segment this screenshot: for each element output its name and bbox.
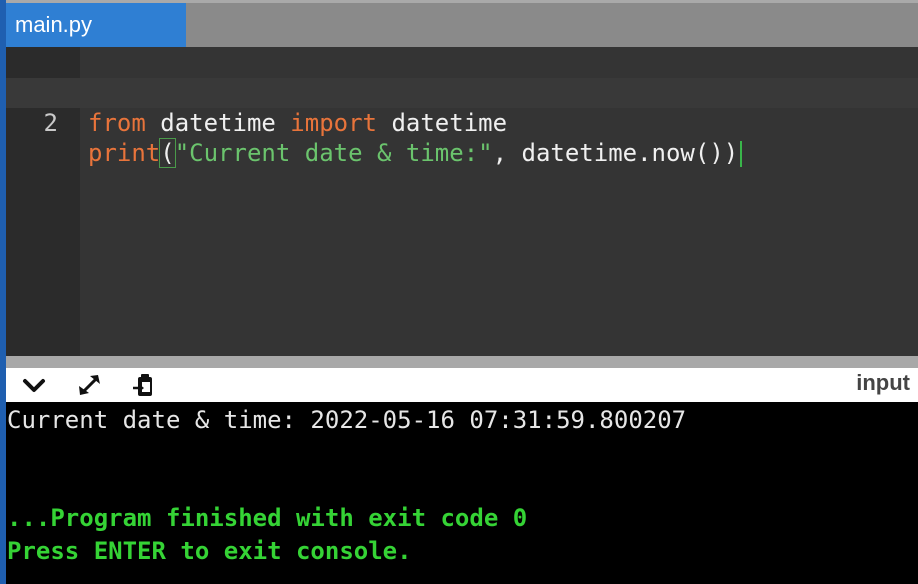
left-accent-bar [0, 0, 6, 584]
keyword-token: print [88, 139, 161, 167]
console-toolbar: input [6, 368, 918, 402]
online-ide-window: main.py 1 from datetime import datetime … [0, 0, 918, 584]
code-text[interactable]: from datetime import datetime [88, 108, 507, 138]
keyword-token: from [88, 109, 146, 137]
line-number: 2 [43, 109, 58, 137]
matched-bracket: ( [159, 138, 176, 168]
clipboard-icon[interactable] [130, 372, 158, 398]
text-cursor [740, 141, 743, 167]
code-line-1[interactable]: 1 from datetime import datetime [6, 48, 918, 137]
string-token: "Current date & time:" [174, 139, 493, 167]
tab-bar: main.py [0, 0, 918, 47]
chevron-down-icon[interactable] [20, 372, 48, 398]
code-line-2[interactable]: 2 print("Current date & time:", datetime… [6, 78, 918, 168]
keyword-token: import [290, 109, 377, 137]
program-output-line: Current date & time: 2022-05-16 07:31:59… [7, 406, 687, 434]
identifier-token: datetime [145, 109, 291, 137]
expand-arrows-icon[interactable] [76, 372, 104, 398]
identifier-token: datetime [377, 109, 508, 137]
identifier-token: , datetime.now()) [492, 139, 739, 167]
press-enter-message: Press ENTER to exit console. [7, 537, 412, 565]
panel-splitter[interactable] [6, 356, 918, 368]
output-console[interactable]: Current date & time: 2022-05-16 07:31:59… [6, 402, 918, 584]
input-tab-label[interactable]: input [856, 368, 910, 398]
tab-main-py[interactable]: main.py [6, 3, 186, 47]
code-editor[interactable]: 1 from datetime import datetime 2 print(… [6, 47, 918, 356]
program-finished-message: ...Program finished with exit code 0 [7, 504, 528, 532]
code-text[interactable]: print("Current date & time:", datetime.n… [88, 138, 743, 168]
